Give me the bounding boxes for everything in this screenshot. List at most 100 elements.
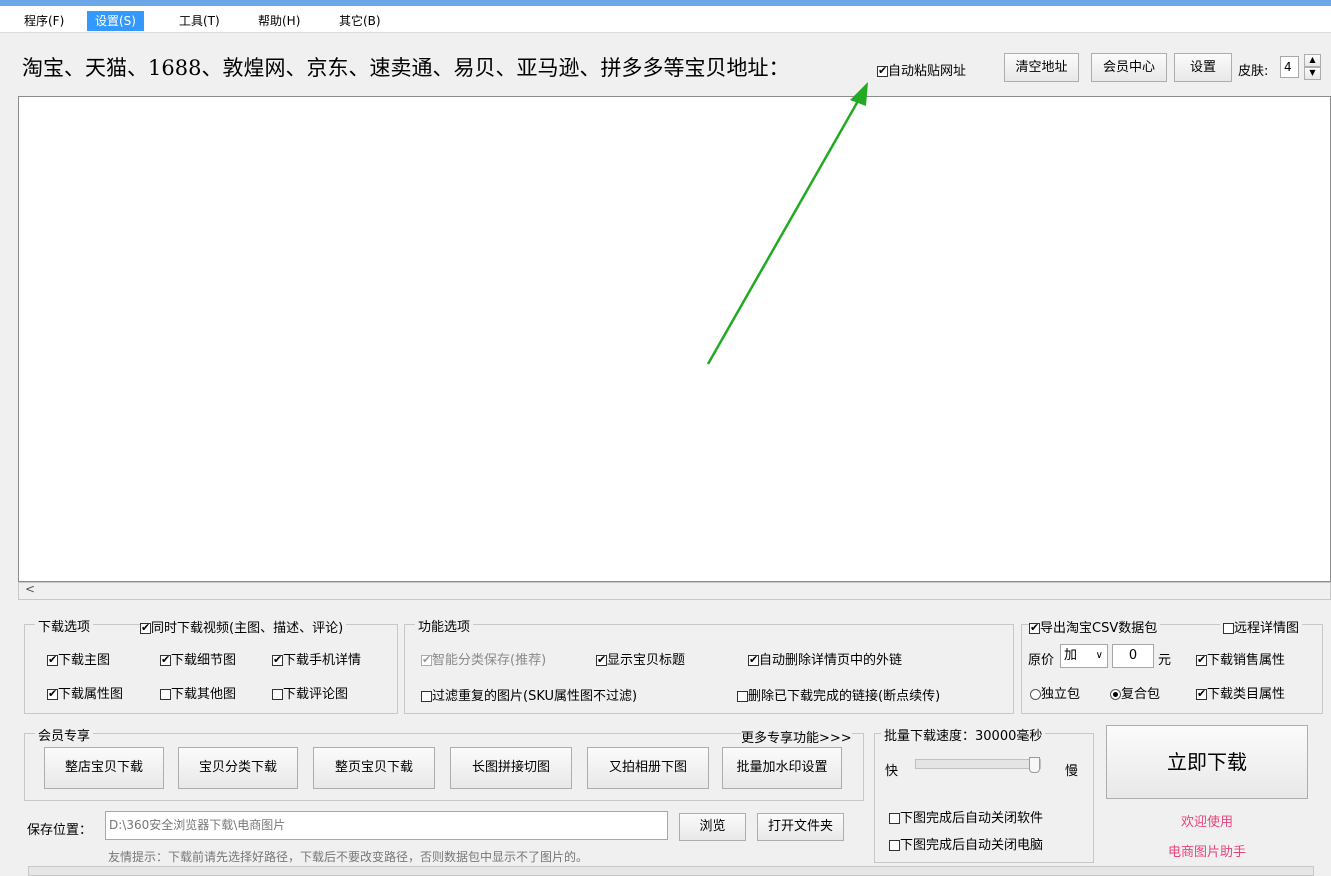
speed-slider-track[interactable]	[915, 757, 1041, 773]
menu-other[interactable]: 其它(B)	[331, 11, 389, 31]
download-video-checkbox[interactable]: 同时下载视频(主图、描述、评论)	[140, 617, 347, 636]
price-value-field[interactable]: 0	[1112, 644, 1154, 668]
download-sales-attr-label: 下载销售属性	[1207, 653, 1286, 668]
download-other-img-checkbox[interactable]: 下载其他图	[160, 683, 236, 702]
batch-watermark-button[interactable]: 批量加水印设置	[722, 747, 842, 789]
open-folder-button[interactable]: 打开文件夹	[757, 813, 844, 841]
whole-shop-download-button[interactable]: 整店宝贝下载	[44, 747, 164, 789]
show-title-check-box[interactable]	[596, 653, 607, 666]
delete-done-links-check-box[interactable]	[737, 691, 748, 702]
composite-package-radio[interactable]: 复合包	[1110, 683, 1160, 702]
delete-done-links-checkbox[interactable]: 删除已下载完成的链接(断点续传)	[737, 685, 940, 704]
clear-address-button[interactable]: 清空地址	[1004, 53, 1079, 82]
smart-save-label: 智能分类保存(推荐)	[432, 653, 547, 668]
download-other-img-check-box[interactable]	[160, 689, 171, 700]
upai-album-download-button[interactable]: 又拍相册下图	[587, 747, 709, 789]
menu-program[interactable]: 程序(F)	[16, 11, 72, 31]
save-path-field[interactable]: D:\360安全浏览器下载\电商图片	[105, 811, 668, 840]
remote-detail-checkbox[interactable]: 远程详情图	[1220, 617, 1303, 636]
download-sales-attr-checkbox[interactable]: 下载销售属性	[1196, 649, 1285, 668]
composite-label: 复合包	[1121, 687, 1161, 702]
download-category-attr-checkbox[interactable]: 下载类目属性	[1196, 683, 1285, 702]
settings-button[interactable]: 设置	[1174, 53, 1232, 82]
menu-bar: 程序(F) 设置(S) 工具(T) 帮助(H) 其它(B)	[0, 0, 1331, 33]
download-detail-img-check-box[interactable]	[160, 653, 171, 666]
url-input-area[interactable]	[18, 96, 1331, 582]
smart-save-checkbox: 智能分类保存(推荐)	[421, 649, 546, 668]
filter-duplicate-label: 过滤重复的图片(SKU属性图不过滤)	[432, 689, 638, 704]
download-detail-img-checkbox[interactable]: 下载细节图	[160, 649, 236, 668]
delete-done-links-label: 删除已下载完成的链接(断点续传)	[748, 689, 941, 704]
chevron-down-icon[interactable]: ∨	[1096, 645, 1103, 667]
download-main-img-checkbox[interactable]: 下载主图	[47, 649, 110, 668]
composite-radio-button[interactable]	[1110, 689, 1121, 700]
download-speed-title: 批量下载速度：30000毫秒	[881, 725, 1046, 744]
filter-duplicate-check-box[interactable]	[421, 691, 432, 702]
member-center-button[interactable]: 会员中心	[1091, 53, 1167, 82]
menu-help[interactable]: 帮助(H)	[250, 11, 308, 31]
member-exclusive-title: 会员专享	[35, 725, 94, 744]
skin-down-arrow-icon[interactable]: ▼	[1304, 67, 1321, 80]
more-features-link[interactable]: 更多专享功能>>>	[741, 727, 852, 746]
speed-fast-label: 快	[885, 764, 899, 779]
download-other-img-label: 下载其他图	[171, 687, 237, 702]
download-sales-attr-check-box[interactable]	[1196, 653, 1207, 666]
auto-paste-label: 自动粘贴网址	[888, 64, 967, 79]
auto-paste-checkbox[interactable]: 自动粘贴网址	[877, 60, 966, 79]
smart-save-check-box	[421, 653, 432, 666]
download-attr-img-checkbox[interactable]: 下载属性图	[47, 683, 123, 702]
auto-delete-links-check-box[interactable]	[748, 653, 759, 666]
export-csv-check-box[interactable]	[1029, 621, 1040, 634]
filter-duplicate-checkbox[interactable]: 过滤重复的图片(SKU属性图不过滤)	[421, 685, 637, 704]
auto-close-app-checkbox[interactable]: 下图完成后自动关闭软件	[889, 807, 1043, 826]
download-detail-img-label: 下载细节图	[171, 653, 237, 668]
horizontal-scrollbar[interactable]: <	[18, 582, 1331, 600]
welcome-line-2: 电商图片助手	[1167, 845, 1246, 860]
export-options-group: 导出淘宝CSV数据包 远程详情图 原价 加 ∨ 0 元 下载销售属性 独立包 复…	[1021, 617, 1323, 714]
function-options-title: 功能选项	[415, 616, 474, 635]
remote-detail-label: 远程详情图	[1234, 621, 1300, 636]
download-mobile-detail-label: 下载手机详情	[283, 653, 362, 668]
download-mobile-detail-checkbox[interactable]: 下载手机详情	[272, 649, 361, 668]
standalone-label: 独立包	[1041, 687, 1081, 702]
download-mobile-detail-check-box[interactable]	[272, 653, 283, 666]
standalone-package-radio[interactable]: 独立包	[1030, 683, 1080, 702]
price-operator-select[interactable]: 加 ∨	[1060, 644, 1108, 668]
skin-value-field[interactable]: 4	[1280, 56, 1299, 78]
category-download-button[interactable]: 宝贝分类下载	[178, 747, 298, 789]
export-csv-label: 导出淘宝CSV数据包	[1040, 621, 1158, 636]
menu-settings[interactable]: 设置(S)	[87, 11, 144, 31]
download-category-attr-check-box[interactable]	[1196, 687, 1207, 700]
skin-up-arrow-icon[interactable]: ▲	[1304, 54, 1321, 67]
download-main-img-check-box[interactable]	[47, 653, 58, 666]
export-csv-checkbox[interactable]: 导出淘宝CSV数据包	[1029, 617, 1161, 636]
menu-tools[interactable]: 工具(T)	[171, 11, 228, 31]
download-video-check-box[interactable]	[140, 621, 151, 634]
download-now-button[interactable]: 立即下载	[1106, 725, 1308, 799]
auto-shutdown-check-box[interactable]	[889, 840, 900, 851]
remote-detail-check-box[interactable]	[1223, 623, 1234, 634]
long-image-stitch-button[interactable]: 长图拼接切图	[450, 747, 572, 789]
download-comment-img-label: 下载评论图	[283, 687, 349, 702]
auto-close-app-check-box[interactable]	[889, 813, 900, 824]
auto-delete-links-label: 自动删除详情页中的外链	[759, 653, 903, 668]
auto-shutdown-label: 下图完成后自动关闭电脑	[900, 838, 1044, 853]
download-main-img-label: 下载主图	[58, 653, 111, 668]
supported-sites-label: 淘宝、天猫、1688、敦煌网、京东、速卖通、易贝、亚马逊、拼多多等宝贝地址：	[22, 56, 790, 80]
show-title-checkbox[interactable]: 显示宝贝标题	[596, 649, 685, 668]
auto-delete-links-checkbox[interactable]: 自动删除详情页中的外链	[748, 649, 902, 668]
download-attr-img-check-box[interactable]	[47, 687, 58, 700]
download-speed-group: 批量下载速度：30000毫秒 快 慢 下图完成后自动关闭软件 下图完成后自动关闭…	[874, 725, 1094, 863]
auto-shutdown-checkbox[interactable]: 下图完成后自动关闭电脑	[889, 834, 1043, 853]
download-comment-img-checkbox[interactable]: 下载评论图	[272, 683, 348, 702]
scroll-left-arrow-icon[interactable]: <	[25, 582, 35, 596]
standalone-radio-button[interactable]	[1030, 689, 1041, 700]
auto-close-app-label: 下图完成后自动关闭软件	[900, 811, 1044, 826]
browse-button[interactable]: 浏览	[679, 813, 746, 841]
speed-slider-thumb[interactable]	[1029, 757, 1040, 773]
download-attr-img-label: 下载属性图	[58, 687, 124, 702]
save-location-label: 保存位置：	[27, 823, 93, 838]
whole-page-download-button[interactable]: 整页宝贝下载	[313, 747, 435, 789]
speed-slow-label: 慢	[1065, 764, 1079, 779]
download-comment-img-check-box[interactable]	[272, 689, 283, 700]
